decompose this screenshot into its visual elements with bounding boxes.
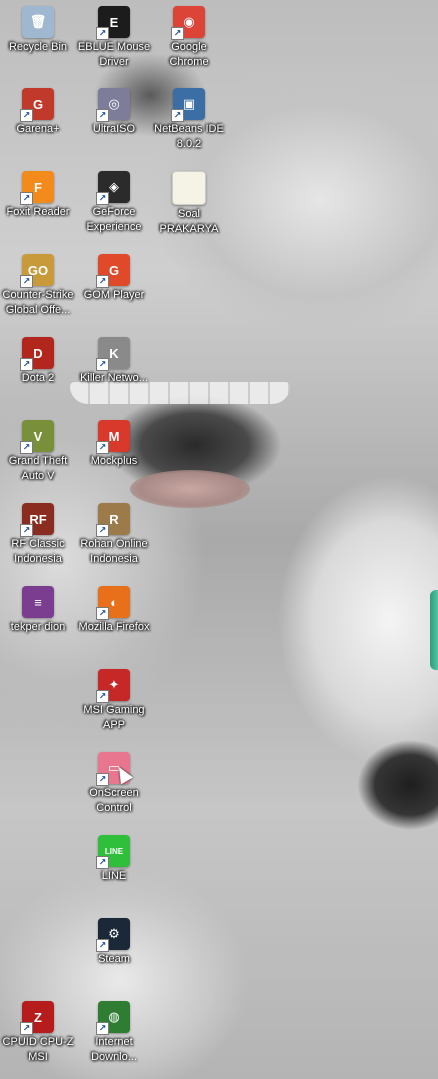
desktop-icon-label: Internet Downlo... xyxy=(91,1036,137,1063)
mockplus-icon: M ↗ xyxy=(96,420,130,454)
csgo-icon: GO ↗ xyxy=(20,254,54,288)
desktop-icon-geforce[interactable]: ◈ ↗ GeForce Experience xyxy=(76,171,152,235)
desktop-icon-label: tekper dion xyxy=(10,621,66,633)
desktop-icon-label: Google Chrome xyxy=(169,41,209,68)
desktop-icon-label: Killer Netwo... xyxy=(80,372,148,384)
chrome-icon: ◉ ↗ xyxy=(171,6,205,40)
cpuz-icon: Z ↗ xyxy=(20,1001,54,1035)
desktop-icon-label: Rohan Online Indonesia xyxy=(80,538,148,565)
killer-network-icon: K ↗ xyxy=(96,337,130,371)
shortcut-arrow-icon: ↗ xyxy=(96,192,109,205)
dota2-icon: D ↗ xyxy=(20,337,54,371)
shortcut-arrow-icon: ↗ xyxy=(20,441,33,454)
desktop-icon-onscreen-control[interactable]: ▭ ↗ OnScreen Control xyxy=(76,752,152,816)
desktop-icon-label: GOM Player xyxy=(83,289,145,301)
desktop-icon-document[interactable]: Soal PRAKARYA xyxy=(151,171,227,237)
desktop-icon-eblue-mouse-driver[interactable]: E ↗ EBLUE Mouse Driver xyxy=(76,6,152,70)
desktop-icon-label: Counter-Strike Global Offe... xyxy=(2,289,74,316)
desktop-icon-ultraiso[interactable]: ◎ ↗ UltraISO xyxy=(76,88,152,137)
desktop-icon-label: Soal PRAKARYA xyxy=(159,208,219,235)
foxit-reader-icon: F ↗ xyxy=(20,171,54,205)
desktop-icon-chrome[interactable]: ◉ ↗ Google Chrome xyxy=(151,6,227,70)
shortcut-arrow-icon: ↗ xyxy=(171,109,184,122)
shortcut-arrow-icon: ↗ xyxy=(96,1022,109,1035)
shortcut-arrow-icon: ↗ xyxy=(96,939,109,952)
desktop-icon-foxit-reader[interactable]: F ↗ Foxit Reader xyxy=(0,171,76,220)
desktop-icon-rf-classic[interactable]: RF ↗ RF Classic Indonesia xyxy=(0,503,76,567)
garena-icon: G ↗ xyxy=(20,88,54,122)
desktop-icon-label: Mockplus xyxy=(90,455,138,467)
geforce-icon: ◈ ↗ xyxy=(96,171,130,205)
desktop-icon-recycle-bin[interactable]: 🗑 Recycle Bin xyxy=(0,6,76,55)
shortcut-arrow-icon: ↗ xyxy=(96,690,109,703)
desktop-icon-garena[interactable]: G ↗ Garena+ xyxy=(0,88,76,137)
desktop[interactable]: 🗑 Recycle Bin E ↗ EBLUE Mouse Driver ◉ ↗ Google… xyxy=(0,0,438,1079)
desktop-icon-internet-download-manager[interactable]: ◍ ↗ Internet Downlo... xyxy=(76,1001,152,1065)
shortcut-arrow-icon: ↗ xyxy=(20,1022,33,1035)
shortcut-arrow-icon: ↗ xyxy=(96,856,109,869)
desktop-icon-dota2[interactable]: D ↗ Dota 2 xyxy=(0,337,76,386)
shortcut-arrow-icon: ↗ xyxy=(20,192,33,205)
shortcut-arrow-icon: ↗ xyxy=(96,109,109,122)
shortcut-arrow-icon: ↗ xyxy=(96,773,109,786)
shortcut-arrow-icon: ↗ xyxy=(20,358,33,371)
desktop-icon-gta-v[interactable]: V ↗ Grand Theft Auto V xyxy=(0,420,76,484)
desktop-icon-label: NetBeans IDE 8.0.2 xyxy=(154,123,224,150)
desktop-icon-label: UltraISO xyxy=(92,123,136,135)
desktop-icon-steam[interactable]: ⚙ ↗ Steam xyxy=(76,918,152,967)
desktop-icon-firefox[interactable]: ◐ ↗ Mozilla Firefox xyxy=(76,586,152,635)
desktop-icon-rohan-online[interactable]: R ↗ Rohan Online Indonesia xyxy=(76,503,152,567)
desktop-icon-cpuz[interactable]: Z ↗ CPUID CPU-Z MSI xyxy=(0,1001,76,1065)
shortcut-arrow-icon: ↗ xyxy=(96,358,109,371)
desktop-icon-label: LINE xyxy=(101,870,127,882)
desktop-icon-label: OnScreen Control xyxy=(89,787,139,814)
gom-player-icon: G ↗ xyxy=(96,254,130,288)
desktop-icon-label: CPUID CPU-Z MSI xyxy=(2,1036,74,1063)
desktop-icon-winrar-archive[interactable]: ≡ tekper dion xyxy=(0,586,76,635)
desktop-icon-msi-gaming-app[interactable]: ✦ ↗ MSI Gaming APP xyxy=(76,669,152,733)
shortcut-arrow-icon: ↗ xyxy=(96,607,109,620)
desktop-icon-line[interactable]: LINE ↗ LINE xyxy=(76,835,152,884)
desktop-icon-label: Foxit Reader xyxy=(6,206,70,218)
desktop-icon-csgo[interactable]: GO ↗ Counter-Strike Global Offe... xyxy=(0,254,76,318)
shortcut-arrow-icon: ↗ xyxy=(20,524,33,537)
internet-download-manager-icon: ◍ ↗ xyxy=(96,1001,130,1035)
desktop-icon-label: GeForce Experience xyxy=(86,206,142,233)
desktop-icon-label: Mozilla Firefox xyxy=(78,621,150,633)
gta-v-icon: V ↗ xyxy=(20,420,54,454)
shortcut-arrow-icon: ↗ xyxy=(96,524,109,537)
desktop-icon-label: Steam xyxy=(98,953,130,965)
eblue-mouse-driver-icon: E ↗ xyxy=(96,6,130,40)
shortcut-arrow-icon: ↗ xyxy=(96,275,109,288)
msi-gaming-app-icon: ✦ ↗ xyxy=(96,669,130,703)
desktop-icon-mockplus[interactable]: M ↗ Mockplus xyxy=(76,420,152,469)
desktop-icon-label: EBLUE Mouse Driver xyxy=(77,41,151,68)
desktop-icon-label: MSI Gaming APP xyxy=(83,704,145,731)
desktop-icon-label: Dota 2 xyxy=(21,372,55,384)
document-icon xyxy=(172,171,206,205)
desktop-icon-label: Grand Theft Auto V xyxy=(8,455,68,482)
steam-icon: ⚙ ↗ xyxy=(96,918,130,952)
firefox-icon: ◐ ↗ xyxy=(96,586,130,620)
shortcut-arrow-icon: ↗ xyxy=(96,27,109,40)
desktop-icon-label: Garena+ xyxy=(16,123,60,135)
rf-classic-icon: RF ↗ xyxy=(20,503,54,537)
desktop-icon-gom-player[interactable]: G ↗ GOM Player xyxy=(76,254,152,303)
recycle-bin-icon: 🗑 xyxy=(22,6,54,38)
ultraiso-icon: ◎ ↗ xyxy=(96,88,130,122)
shortcut-arrow-icon: ↗ xyxy=(20,109,33,122)
netbeans-icon: ▣ ↗ xyxy=(171,88,205,122)
desktop-icon-netbeans[interactable]: ▣ ↗ NetBeans IDE 8.0.2 xyxy=(151,88,227,152)
winrar-archive-icon: ≡ xyxy=(22,586,54,618)
rohan-online-icon: R ↗ xyxy=(96,503,130,537)
desktop-icon-killer-network[interactable]: K ↗ Killer Netwo... xyxy=(76,337,152,386)
shortcut-arrow-icon: ↗ xyxy=(171,27,184,40)
desktop-icon-label: RF Classic Indonesia xyxy=(11,538,65,565)
line-icon: LINE ↗ xyxy=(96,835,130,869)
shortcut-arrow-icon: ↗ xyxy=(20,275,33,288)
desktop-icon-label: Recycle Bin xyxy=(8,41,68,53)
shortcut-arrow-icon: ↗ xyxy=(96,441,109,454)
